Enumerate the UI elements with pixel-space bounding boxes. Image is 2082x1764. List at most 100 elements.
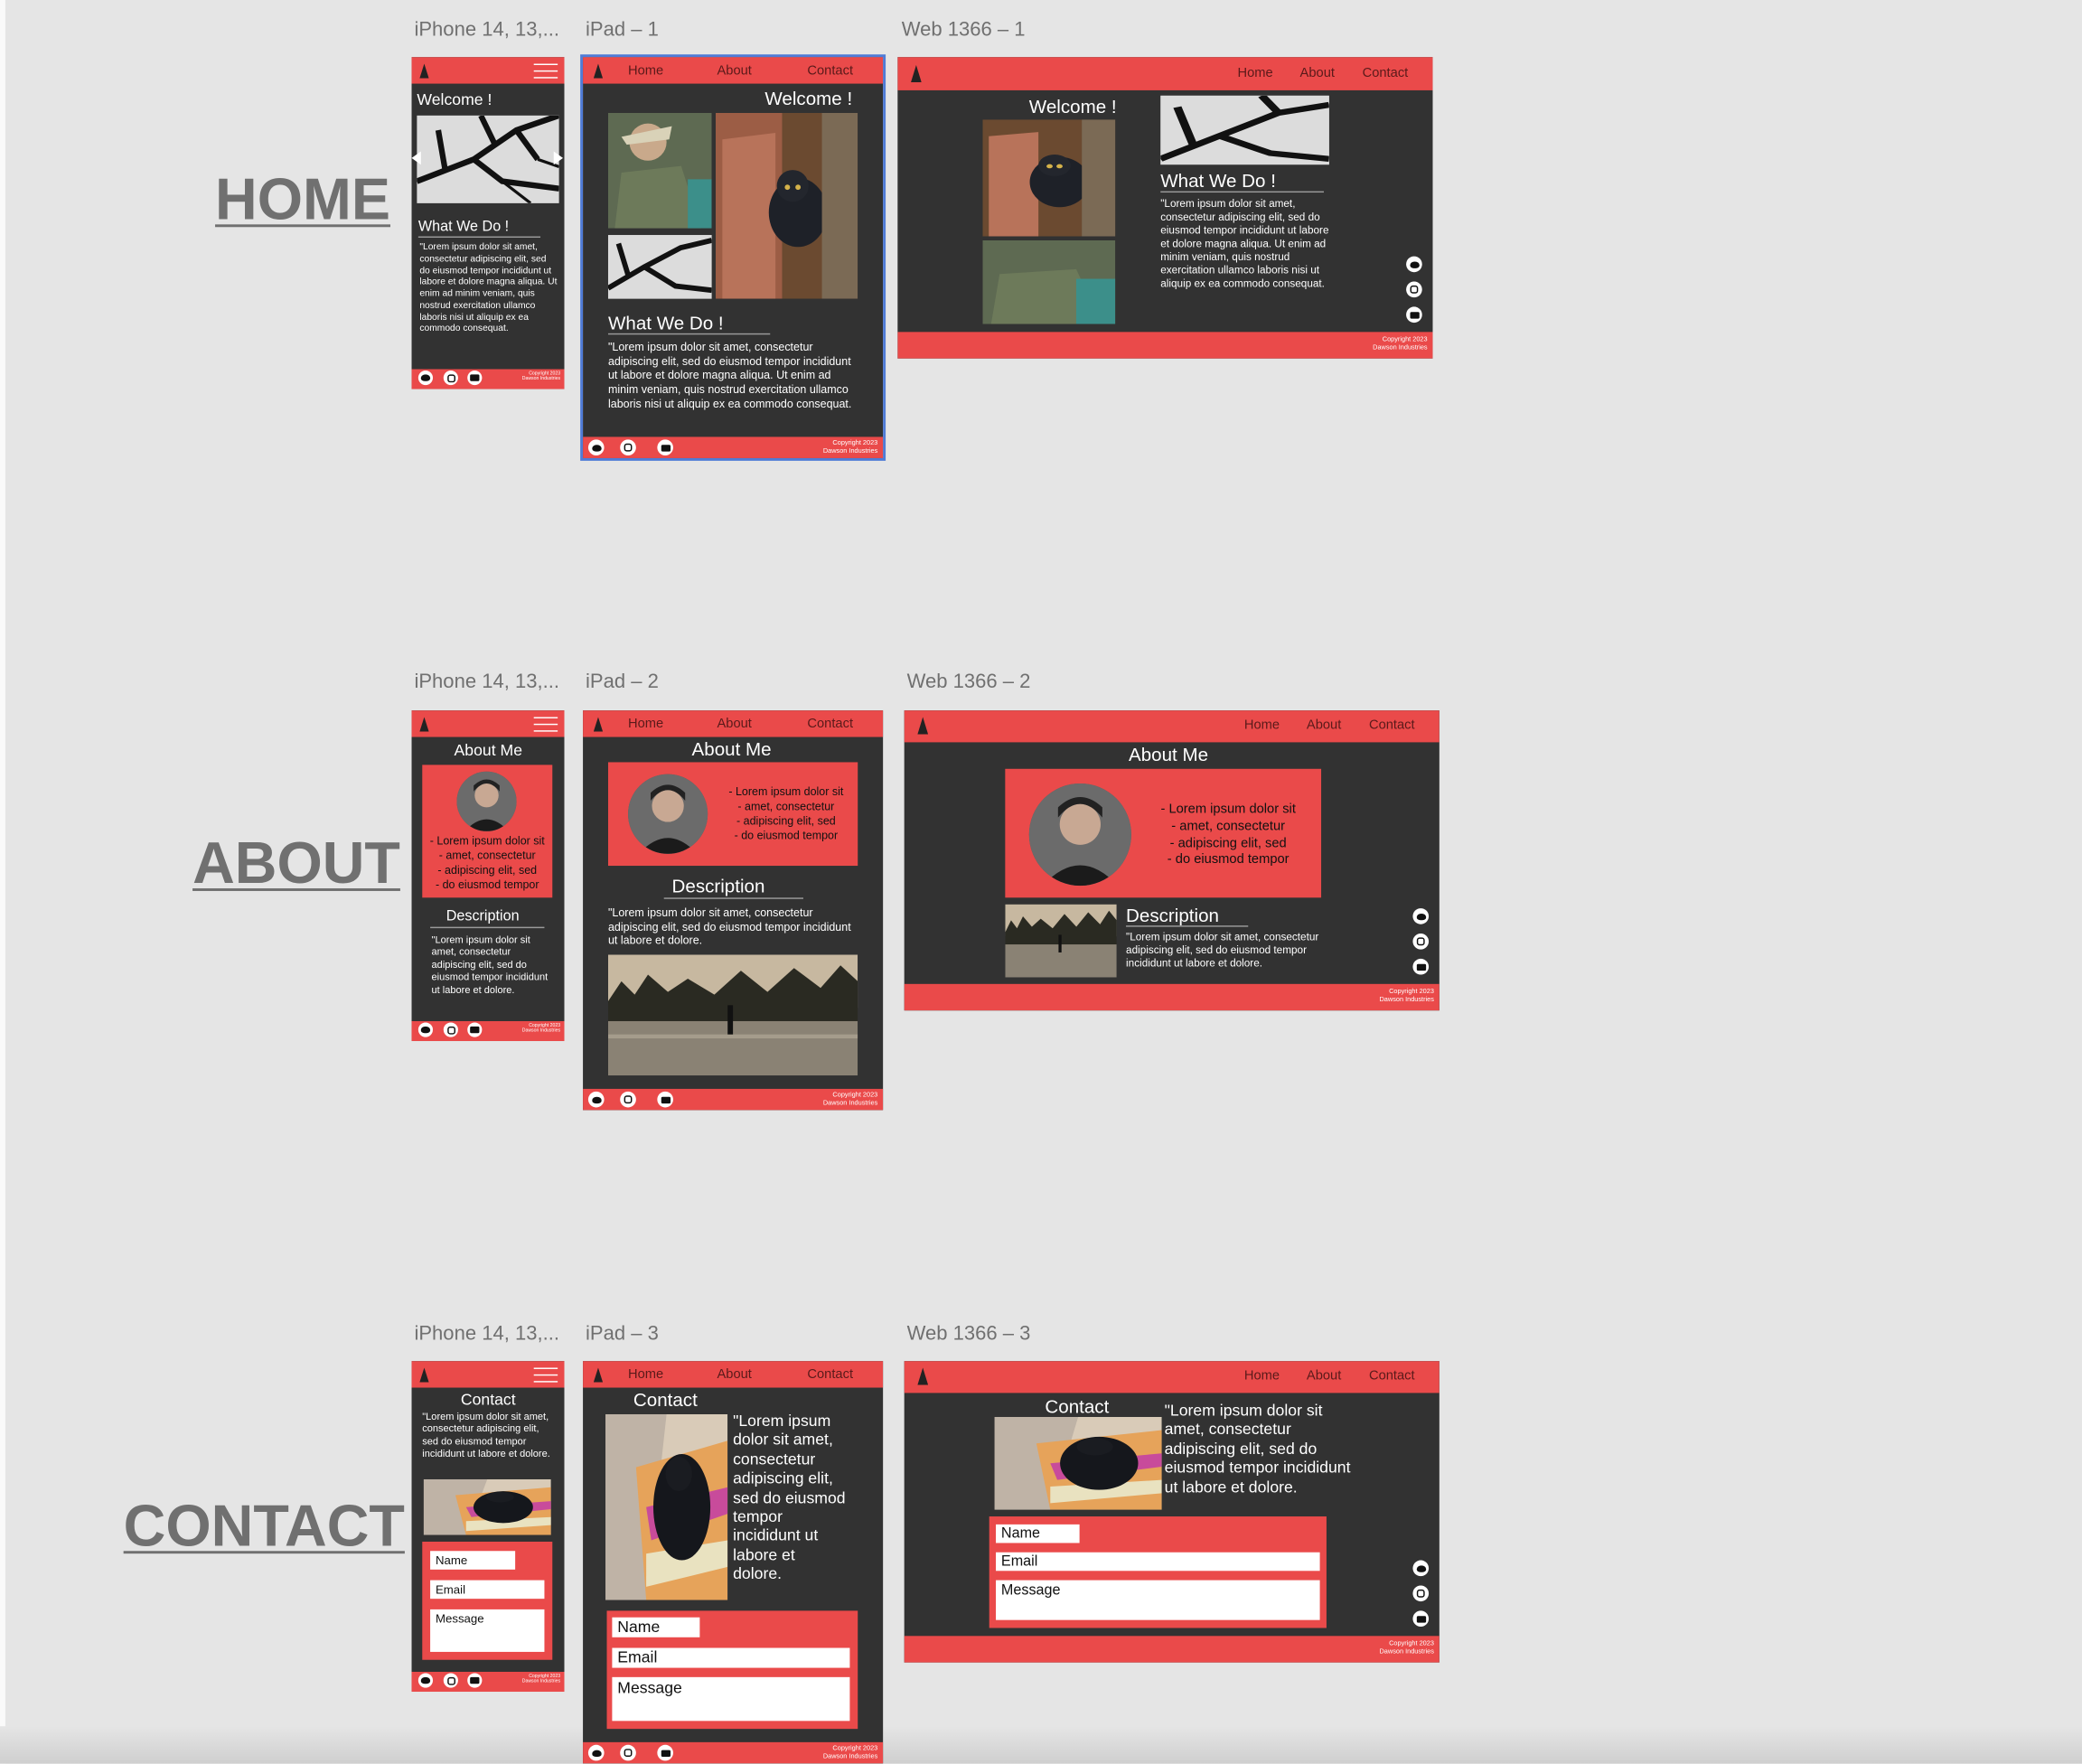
- frame-web-contact[interactable]: Home About Contact Contact "Lorem ipsum …: [904, 1361, 1440, 1663]
- nav-about-link[interactable]: About: [717, 64, 751, 79]
- app-logo-icon[interactable]: [917, 717, 929, 735]
- nav-about-link[interactable]: About: [1307, 718, 1341, 733]
- frame-label-ipad-about[interactable]: iPad – 2: [586, 671, 659, 693]
- design-canvas: HOME ABOUT CONTACT iPhone 14, 13,... iPa…: [0, 0, 2082, 1764]
- nav-contact-link[interactable]: Contact: [807, 717, 853, 731]
- twitter-icon[interactable]: [1412, 1560, 1430, 1577]
- email-field[interactable]: Email: [996, 1552, 1320, 1572]
- about-title: About Me: [691, 737, 772, 760]
- twitter-icon[interactable]: [587, 439, 605, 456]
- youtube-icon[interactable]: [657, 1744, 673, 1761]
- frame-label-web-home[interactable]: Web 1366 – 1: [902, 19, 1026, 42]
- instagram-icon[interactable]: [620, 1091, 636, 1108]
- instagram-icon[interactable]: [1412, 1585, 1430, 1602]
- twitter-icon[interactable]: [1412, 908, 1430, 924]
- copyright-company: Dawson Industries: [1379, 996, 1434, 1004]
- app-logo-icon[interactable]: [593, 63, 604, 79]
- twitter-icon[interactable]: [417, 1022, 434, 1037]
- app-logo-icon[interactable]: [917, 1367, 929, 1385]
- frame-label-web-contact[interactable]: Web 1366 – 3: [907, 1323, 1031, 1346]
- hamburger-menu-icon[interactable]: [533, 717, 558, 732]
- bullet-item: - adipiscing elit, sed: [437, 862, 538, 877]
- name-field[interactable]: Name: [612, 1617, 700, 1637]
- instagram-icon[interactable]: [620, 439, 636, 456]
- twitter-icon[interactable]: [587, 1091, 605, 1108]
- youtube-icon[interactable]: [467, 370, 483, 386]
- frame-label-web-about[interactable]: Web 1366 – 2: [907, 671, 1031, 693]
- message-field[interactable]: Message: [430, 1609, 545, 1652]
- hamburger-menu-icon[interactable]: [533, 63, 558, 79]
- frame-iphone-about[interactable]: About Me - Lorem ipsum dolor sit - amet,…: [411, 710, 565, 1042]
- frame-web-about[interactable]: Home About Contact About Me - Lorem ipsu…: [904, 710, 1440, 1011]
- about-bullets: - Lorem ipsum dolor sit - amet, consecte…: [717, 784, 855, 842]
- copyright-text: Copyright 2023 Dawson Industries: [522, 1022, 560, 1033]
- app-logo-icon[interactable]: [593, 717, 604, 732]
- nav-contact-link[interactable]: Contact: [807, 64, 853, 79]
- youtube-icon[interactable]: [467, 1673, 483, 1688]
- nav-about-link[interactable]: About: [1307, 1369, 1341, 1384]
- nav-contact-link[interactable]: Contact: [1369, 1369, 1415, 1384]
- nav-home-link[interactable]: Home: [1244, 718, 1280, 733]
- app-logo-icon[interactable]: [593, 1367, 604, 1383]
- nav-contact-link[interactable]: Contact: [1369, 718, 1415, 733]
- copyright-year: Copyright 2023: [832, 1091, 878, 1100]
- nav-home-link[interactable]: Home: [628, 717, 663, 731]
- nav-home-link[interactable]: Home: [628, 1367, 663, 1382]
- twitter-icon[interactable]: [417, 370, 434, 386]
- what-we-do-text: "Lorem ipsum dolor sit amet, consectetur…: [1160, 197, 1329, 290]
- nav-about-link[interactable]: About: [717, 1367, 751, 1382]
- nav-contact-link[interactable]: Contact: [807, 1367, 853, 1382]
- name-field[interactable]: Name: [996, 1524, 1080, 1544]
- frame-ipad-about[interactable]: Home About Contact About Me - Lorem ipsu…: [583, 710, 884, 1111]
- frame-iphone-contact[interactable]: Contact "Lorem ipsum dolor sit amet, con…: [411, 1361, 565, 1693]
- message-field[interactable]: Message: [996, 1580, 1320, 1620]
- instagram-icon[interactable]: [443, 370, 458, 386]
- nav-home-link[interactable]: Home: [1244, 1369, 1280, 1384]
- frame-web-home[interactable]: Home About Contact Welcome ! What We Do …: [897, 57, 1433, 359]
- app-logo-icon[interactable]: [911, 65, 922, 83]
- instagram-icon[interactable]: [443, 1022, 458, 1037]
- person-photo: [607, 112, 712, 229]
- youtube-icon[interactable]: [467, 1022, 483, 1037]
- youtube-icon[interactable]: [657, 1091, 673, 1108]
- frame-ipad-home[interactable]: Home About Contact Welcome ! What We Do …: [580, 54, 886, 461]
- nav-home-link[interactable]: Home: [628, 64, 663, 79]
- copyright-year: Copyright 2023: [832, 439, 878, 448]
- frame-ipad-contact[interactable]: Home About Contact Contact "Lorem ipsum …: [583, 1361, 884, 1764]
- twitter-icon[interactable]: [1406, 256, 1422, 273]
- twitter-icon[interactable]: [587, 1744, 605, 1761]
- youtube-icon[interactable]: [1412, 958, 1430, 975]
- email-field[interactable]: Email: [430, 1580, 545, 1600]
- carousel-next-icon[interactable]: [553, 151, 564, 165]
- youtube-icon[interactable]: [1412, 1610, 1430, 1628]
- app-logo-icon[interactable]: [419, 717, 429, 732]
- email-field[interactable]: Email: [612, 1647, 850, 1668]
- message-field[interactable]: Message: [612, 1676, 850, 1722]
- nav-about-link[interactable]: About: [717, 717, 751, 731]
- nav-about-link[interactable]: About: [1300, 66, 1335, 80]
- frame-label-iphone-contact[interactable]: iPhone 14, 13,...: [414, 1323, 559, 1346]
- header-bar: Home About Contact: [583, 710, 884, 737]
- hamburger-menu-icon[interactable]: [533, 1367, 558, 1383]
- youtube-icon[interactable]: [657, 439, 673, 456]
- frame-label-iphone-home[interactable]: iPhone 14, 13,...: [414, 19, 559, 42]
- frame-iphone-home[interactable]: Welcome ! What We Do ! "Lorem ipsum dolo…: [411, 57, 565, 389]
- frame-label-ipad-home[interactable]: iPad – 1: [586, 19, 659, 42]
- cat-photo: [982, 119, 1116, 237]
- instagram-icon[interactable]: [1412, 933, 1430, 950]
- nav-contact-link[interactable]: Contact: [1363, 66, 1409, 80]
- footer-bar: Copyright 2023 Dawson Industries: [411, 369, 565, 389]
- about-bullets: - Lorem ipsum dolor sit - amet, consecte…: [422, 834, 552, 892]
- nav-home-link[interactable]: Home: [1237, 66, 1272, 80]
- frame-label-ipad-contact[interactable]: iPad – 3: [586, 1323, 659, 1346]
- youtube-icon[interactable]: [1406, 306, 1422, 324]
- frame-label-iphone-about[interactable]: iPhone 14, 13,...: [414, 671, 559, 693]
- instagram-icon[interactable]: [443, 1673, 458, 1688]
- twitter-icon[interactable]: [417, 1673, 434, 1688]
- app-logo-icon[interactable]: [419, 1367, 429, 1383]
- instagram-icon[interactable]: [620, 1744, 636, 1761]
- carousel-prev-icon[interactable]: [411, 151, 421, 165]
- instagram-icon[interactable]: [1406, 281, 1422, 298]
- name-field[interactable]: Name: [430, 1551, 516, 1570]
- app-logo-icon[interactable]: [419, 63, 429, 79]
